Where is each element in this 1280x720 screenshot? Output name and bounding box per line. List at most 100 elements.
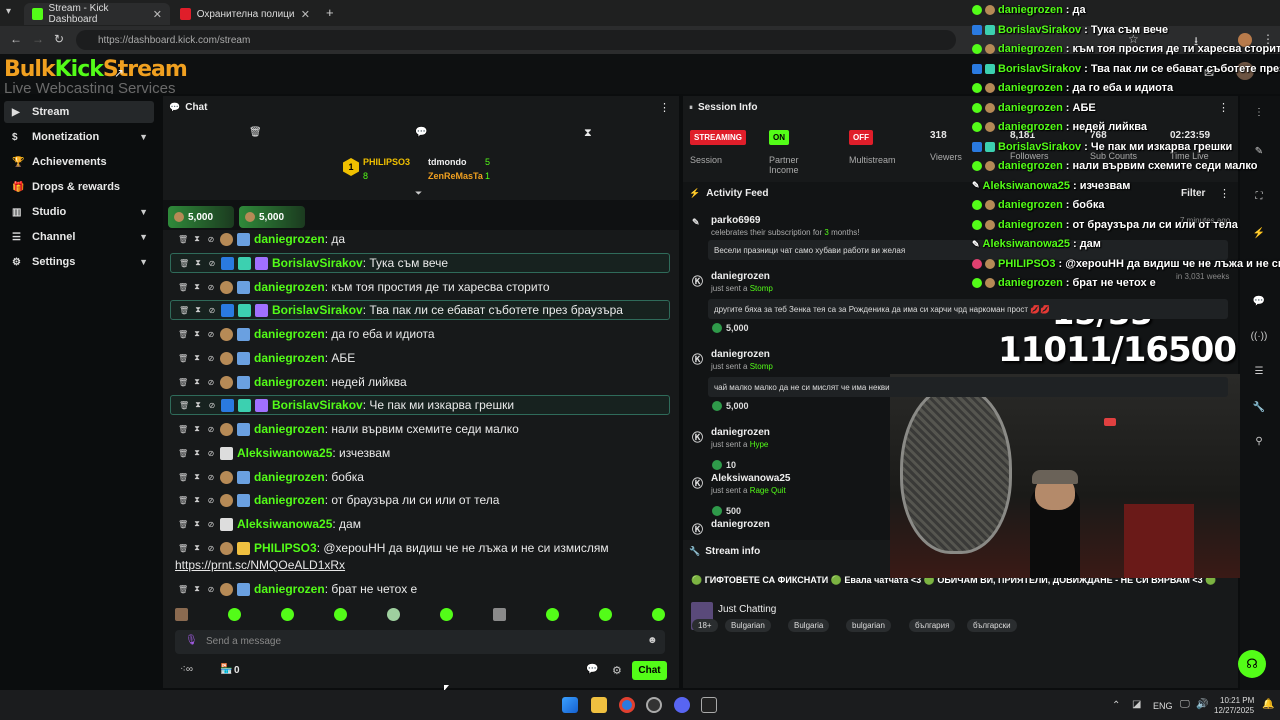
store-icon[interactable]: 🏪 bbox=[220, 664, 232, 675]
delete-message-icon[interactable]: 🗑 bbox=[178, 496, 188, 505]
language-indicator[interactable]: ENG bbox=[1153, 701, 1173, 711]
chat-message[interactable]: 🗑 ⧗ ⊘ daniegrozen: недей лийква bbox=[170, 372, 670, 392]
sidebar-item-stream[interactable]: ▶ Stream bbox=[4, 101, 154, 123]
chat-menu-icon[interactable]: ⋮ bbox=[659, 101, 670, 114]
timeout-icon[interactable]: ⧗ bbox=[192, 353, 202, 363]
timeout-icon[interactable]: ⧗ bbox=[192, 584, 202, 594]
chat-message[interactable]: 🗑 ⧗ ⊘ Aleksiwanowa25: дам bbox=[170, 514, 670, 534]
tab-police[interactable]: Охранителна полиция 8 РУ | П ✕ bbox=[172, 3, 318, 25]
tray-app-icon[interactable]: ◪ bbox=[1132, 699, 1141, 710]
leaderboard-user[interactable]: PHILIPSO3 bbox=[363, 157, 410, 167]
close-tab-icon[interactable]: ✕ bbox=[301, 8, 310, 21]
volume-icon[interactable]: 🔊 bbox=[1196, 699, 1208, 710]
fullscreen-icon[interactable]: ⛶ bbox=[1244, 185, 1274, 207]
tab-list-icon[interactable]: ▾ bbox=[6, 6, 11, 17]
chat-username[interactable]: Aleksiwanowa25 bbox=[237, 517, 332, 531]
leaderboard-user[interactable]: tdmondo bbox=[428, 157, 467, 167]
viewers-infinity-icon[interactable]: ⁖∞ bbox=[180, 664, 193, 675]
emote-icon[interactable] bbox=[652, 608, 665, 621]
sidebar-item-achievements[interactable]: 🏆 Achievements bbox=[4, 151, 154, 173]
timeout-icon[interactable]: ⧗ bbox=[193, 258, 203, 268]
chat-message[interactable]: 🗑 ⧗ ⊘ daniegrozen: да го еба и идиота bbox=[170, 324, 670, 344]
chat-username[interactable]: Aleksiwanowa25 bbox=[237, 446, 332, 460]
ban-icon[interactable]: ⊘ bbox=[207, 401, 217, 410]
emote-icon[interactable] bbox=[387, 608, 400, 621]
chat-mode-icon[interactable]: 💬 bbox=[415, 127, 427, 138]
chat-message[interactable]: 🗑 ⧗ ⊘ daniegrozen: към тоя простия де ти ха… bbox=[170, 277, 670, 297]
stream-tag[interactable]: 18+ bbox=[692, 619, 718, 632]
session-menu-icon[interactable]: ⋮ bbox=[1218, 101, 1229, 114]
emote-icon[interactable] bbox=[546, 608, 559, 621]
timeout-icon[interactable]: ⧗ bbox=[193, 305, 203, 315]
timeout-icon[interactable]: ⧗ bbox=[193, 400, 203, 410]
pinned-gift[interactable]: 5,000 bbox=[239, 206, 305, 228]
sidebar-item-studio[interactable]: ▥ Studio ▼ bbox=[4, 201, 154, 223]
ban-icon[interactable]: ⊘ bbox=[206, 544, 216, 553]
chat-message[interactable]: 🗑 ⧗ ⊘ BorislavSirakov: Тва пак ли се ебават… bbox=[170, 300, 670, 320]
activity-user[interactable]: Aleksiwanowa25 bbox=[711, 473, 790, 484]
timeout-icon[interactable]: ⧗ bbox=[192, 472, 202, 482]
microphone-icon[interactable]: 🎙 bbox=[185, 635, 198, 646]
chat-username[interactable]: daniegrozen bbox=[254, 375, 325, 389]
delete-message-icon[interactable]: 🗑 bbox=[179, 401, 189, 410]
expand-leaderboard-icon[interactable]: ⏷ bbox=[415, 188, 422, 199]
new-tab-icon[interactable]: + bbox=[326, 5, 334, 20]
emote-icon[interactable] bbox=[175, 608, 188, 621]
stream-tag[interactable]: Bulgaria bbox=[788, 619, 830, 632]
chat-message[interactable]: 🗑 ⧗ ⊘ daniegrozen: нали вървим схемите седи… bbox=[170, 419, 670, 439]
more-icon[interactable]: ⋮ bbox=[1244, 101, 1274, 123]
chat-input[interactable]: 🎙 Send a message ☻ bbox=[175, 630, 665, 654]
ban-icon[interactable]: ⊘ bbox=[207, 306, 217, 315]
pin-icon[interactable]: ⚲ bbox=[1244, 430, 1274, 452]
timeout-icon[interactable]: ⧗ bbox=[192, 519, 202, 529]
timeout-icon[interactable]: ⧗ bbox=[192, 282, 202, 292]
stream-tag[interactable]: българия bbox=[909, 619, 956, 632]
sidebar-item-settings[interactable]: ⚙ Settings ▼ bbox=[4, 251, 154, 273]
delete-message-icon[interactable]: 🗑 bbox=[178, 378, 188, 387]
chat-message[interactable]: 🗑 ⧗ ⊘ daniegrozen: брат не четох е bbox=[170, 579, 670, 599]
chat-message[interactable]: 🗑 ⧗ ⊘ daniegrozen: АБЕ bbox=[170, 348, 670, 368]
ban-icon[interactable]: ⊘ bbox=[206, 354, 216, 363]
wrench-icon[interactable]: 🔧 bbox=[1244, 396, 1274, 418]
stream-tag[interactable]: български bbox=[967, 619, 1017, 632]
clock-date[interactable]: 12/27/2025 bbox=[1214, 706, 1254, 715]
chat-message[interactable]: 🗑 ⧗ ⊘ BorislavSirakov: Че пак ми изкарва гр… bbox=[170, 395, 670, 415]
chat-username[interactable]: daniegrozen bbox=[254, 232, 325, 246]
send-chat-button[interactable]: Chat bbox=[632, 661, 667, 680]
ban-icon[interactable]: ⊘ bbox=[206, 378, 216, 387]
clock-time[interactable]: 10:21 PM bbox=[1220, 696, 1254, 705]
ban-icon[interactable]: ⊘ bbox=[206, 449, 216, 458]
activity-user[interactable]: daniegrozen bbox=[711, 349, 770, 360]
chat-message[interactable]: 🗑 ⧗ ⊘ Aleksiwanowa25: изчезвам bbox=[170, 443, 670, 463]
chat-message[interactable]: 🗑 ⧗ ⊘ daniegrozen: от браузъра ли си или от… bbox=[170, 490, 670, 510]
timeout-icon[interactable]: ⧗ bbox=[192, 448, 202, 458]
reload-icon[interactable]: ↻ bbox=[54, 32, 64, 46]
emote-icon[interactable] bbox=[493, 608, 506, 621]
close-tab-icon[interactable]: ✕ bbox=[153, 8, 162, 21]
delete-message-icon[interactable]: 🗑 bbox=[178, 449, 188, 458]
ban-icon[interactable]: ⊘ bbox=[206, 330, 216, 339]
ban-icon[interactable]: ⊘ bbox=[207, 259, 217, 268]
back-icon[interactable]: ← bbox=[10, 32, 22, 46]
delete-message-icon[interactable]: 🗑 bbox=[178, 585, 188, 594]
delete-message-icon[interactable]: 🗑 bbox=[179, 259, 189, 268]
chevron-down-icon[interactable]: ▼ bbox=[139, 207, 148, 217]
timeout-icon[interactable]: ⧗ bbox=[192, 424, 202, 434]
network-icon[interactable]: 🖵 bbox=[1180, 699, 1190, 710]
chevron-down-icon[interactable]: ▼ bbox=[139, 132, 148, 142]
chat-message[interactable]: 🗑 ⧗ ⊘ daniegrozen: бобка bbox=[170, 467, 670, 487]
filter-button[interactable]: Filter bbox=[1181, 188, 1205, 199]
chat-username[interactable]: daniegrozen bbox=[254, 351, 325, 365]
terminal-icon[interactable] bbox=[701, 697, 717, 713]
stream-tag[interactable]: bulgarian bbox=[846, 619, 891, 632]
delete-message-icon[interactable]: 🗑 bbox=[178, 520, 188, 529]
chat-settings-icon[interactable]: ⚙ bbox=[612, 664, 622, 677]
emote-icon[interactable] bbox=[228, 608, 241, 621]
delete-message-icon[interactable]: 🗑 bbox=[178, 235, 188, 244]
chat-username[interactable]: daniegrozen bbox=[254, 493, 325, 507]
delete-message-icon[interactable]: 🗑 bbox=[178, 354, 188, 363]
chrome-icon[interactable] bbox=[619, 697, 635, 713]
activity-menu-icon[interactable]: ⋮ bbox=[1219, 187, 1230, 200]
delete-message-icon[interactable]: 🗑 bbox=[178, 544, 188, 553]
activity-user[interactable]: daniegrozen bbox=[711, 519, 770, 530]
